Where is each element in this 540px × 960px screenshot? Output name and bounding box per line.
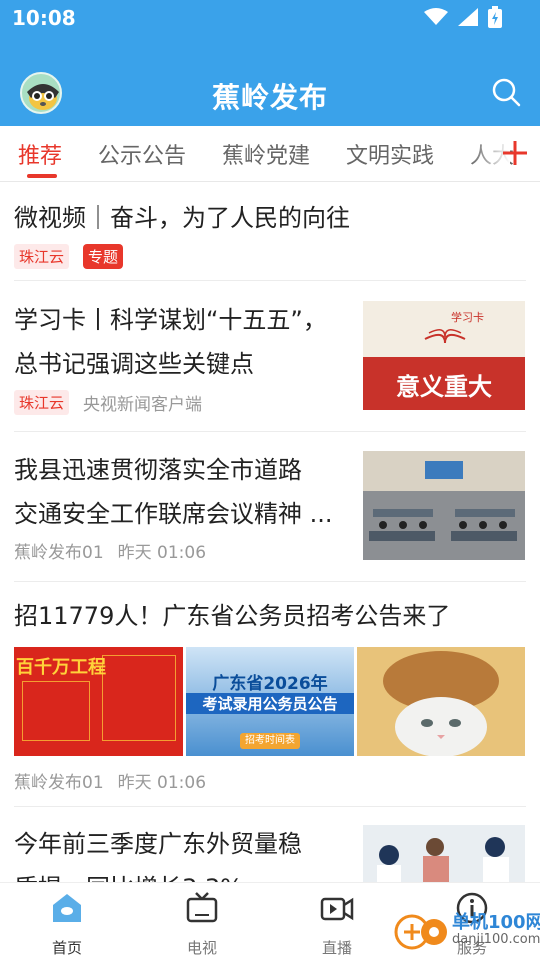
nav-label: 首页 bbox=[51, 939, 82, 957]
tv-icon bbox=[186, 892, 218, 923]
tab-recommend[interactable]: 推荐 bbox=[18, 138, 62, 170]
news-time: 昨天 01:06 bbox=[117, 543, 207, 563]
tab-party-building[interactable]: 蕉岭党建 bbox=[222, 138, 310, 170]
news-source: 央视新闻客户端 bbox=[83, 395, 203, 415]
news-meta: 蕉岭发布01 昨天 01:06 bbox=[14, 768, 526, 793]
nav-label: 电视 bbox=[186, 939, 217, 957]
meeting-room-image bbox=[363, 451, 525, 560]
cat-photo-image bbox=[383, 651, 499, 756]
news-image-2[interactable]: 广东省2026年 考试录用公务员公告 招考时间表 bbox=[186, 647, 354, 756]
thumb-small-label: 学习卡 bbox=[451, 311, 484, 324]
watermark: 单机100网 danji100.com bbox=[392, 896, 540, 960]
divider bbox=[14, 806, 526, 807]
add-tab-icon[interactable] bbox=[500, 138, 530, 168]
top-nav: 蕉岭发布 bbox=[0, 60, 540, 126]
news-source: 蕉岭发布01 bbox=[14, 773, 104, 793]
topic-badge: 专题 bbox=[83, 244, 124, 269]
news-thumbnail[interactable] bbox=[363, 825, 525, 882]
news-item[interactable]: 微视频｜奋斗，为了人民的向往 珠江云 专题 bbox=[14, 196, 526, 269]
image-button: 招考时间表 bbox=[240, 733, 300, 749]
watermark-logo-icon bbox=[394, 914, 447, 950]
news-feed: 微视频｜奋斗，为了人民的向往 珠江云 专题 学习卡丨科学谋划“十五五”， 总书记… bbox=[0, 182, 540, 882]
signal-icon bbox=[458, 8, 478, 26]
news-title: 招11779人！广东省公务员招考公告来了 bbox=[14, 602, 451, 630]
home-icon bbox=[53, 894, 81, 922]
news-title: 微视频｜奋斗，为了人民的向往 bbox=[14, 204, 350, 232]
news-meta-row: 蕉岭发布01 昨天 01:06 bbox=[14, 768, 526, 793]
app-title: 蕉岭发布 bbox=[211, 81, 328, 114]
news-meta: 珠江云 专题 bbox=[14, 244, 526, 269]
watermark-text: 单机100网 bbox=[452, 912, 540, 933]
nav-home[interactable]: 首页 bbox=[27, 891, 107, 958]
nav-label: 直播 bbox=[321, 939, 352, 957]
image-text-block bbox=[102, 655, 176, 741]
thumb-headline: 意义重大 bbox=[396, 373, 492, 401]
news-item[interactable]: 招11779人！广东省公务员招考公告来了 bbox=[14, 594, 526, 638]
live-video-icon bbox=[320, 897, 354, 921]
app-header: 10:08 蕉岭发布 bbox=[0, 0, 540, 126]
category-tabs: 推荐 公示公告 蕉岭党建 文明实践 人大 bbox=[0, 126, 540, 182]
image-title-line2: 考试录用公务员公告 bbox=[186, 693, 354, 714]
battery-icon bbox=[488, 6, 502, 28]
divider bbox=[14, 431, 526, 432]
search-icon[interactable] bbox=[490, 76, 522, 108]
tab-active-indicator bbox=[27, 174, 57, 178]
news-image-3[interactable] bbox=[357, 647, 525, 756]
nav-tv[interactable]: 电视 bbox=[162, 891, 242, 958]
news-image-1[interactable]: 百千万工程 bbox=[14, 647, 183, 756]
divider bbox=[14, 581, 526, 582]
source-tag: 珠江云 bbox=[14, 244, 70, 269]
tab-civilization[interactable]: 文明实践 bbox=[346, 138, 434, 170]
status-time: 10:08 bbox=[12, 6, 76, 30]
image-title-line1: 广东省2026年 bbox=[212, 674, 328, 694]
status-icons bbox=[424, 6, 502, 28]
status-bar: 10:08 bbox=[0, 0, 540, 40]
wifi-icon bbox=[424, 8, 448, 25]
meeting-photo[interactable] bbox=[363, 451, 525, 560]
divider bbox=[14, 280, 526, 281]
nav-live[interactable]: 直播 bbox=[297, 891, 377, 958]
customs-photo-image bbox=[377, 837, 509, 882]
image-headline: 百千万工程 bbox=[16, 657, 106, 678]
news-thumbnail[interactable]: 学习卡 意义重大 bbox=[363, 301, 525, 410]
tab-announcements[interactable]: 公示公告 bbox=[98, 138, 186, 170]
source-tag: 珠江云 bbox=[14, 390, 70, 415]
watermark-url: danji100.com bbox=[452, 932, 540, 947]
news-source: 蕉岭发布01 bbox=[14, 543, 104, 563]
news-time: 昨天 01:06 bbox=[117, 773, 207, 793]
image-text-block bbox=[22, 681, 90, 741]
